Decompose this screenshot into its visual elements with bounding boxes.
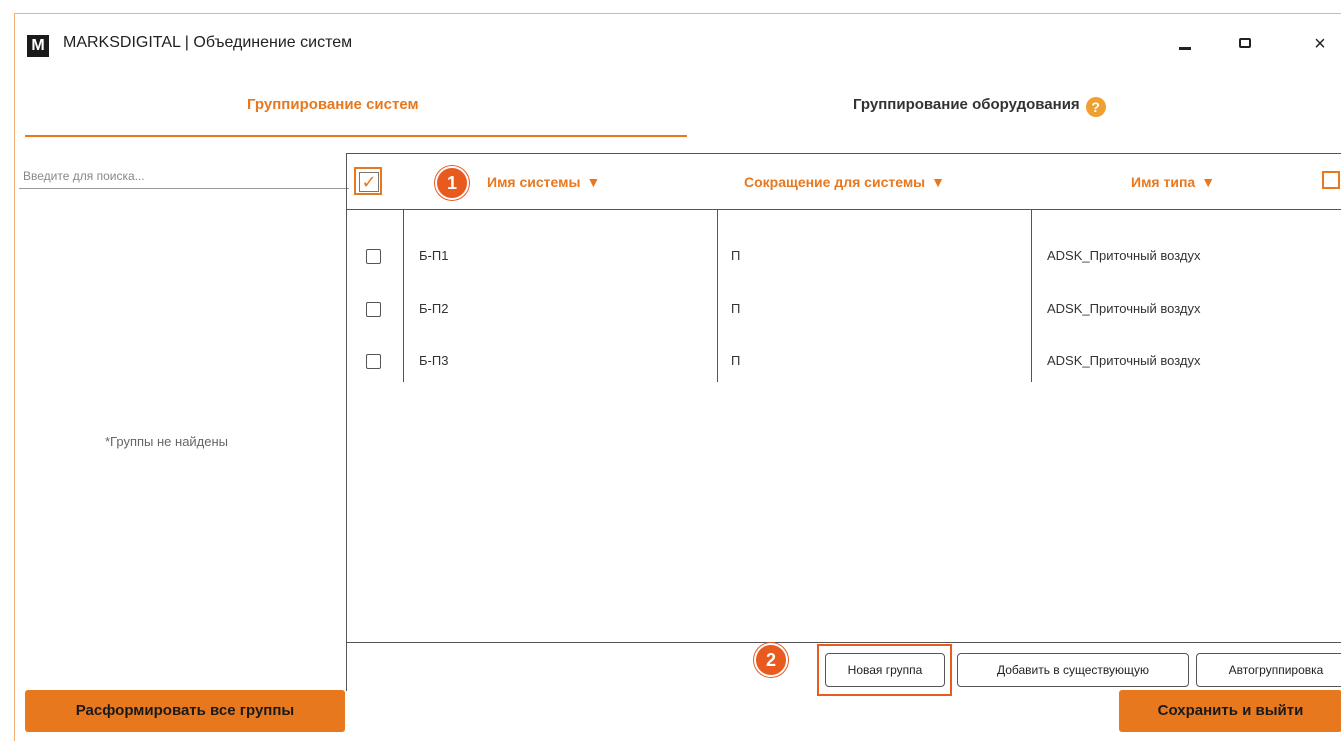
disband-all-groups-button[interactable]: Расформировать все группы [25, 690, 345, 732]
table-header: ✓ 1 Имя системы ▼ Сокращение для системы ▼… [347, 154, 1341, 210]
cell-abbreviation: П [731, 301, 741, 316]
cell-type-name: ADSK_Приточный воздух [1047, 248, 1201, 263]
tab-equipment-label: Группирование оборудования [853, 96, 1080, 113]
table-row[interactable]: Б-П2 П ADSK_Приточный воздух [347, 287, 1341, 339]
checkbox-icon: ✓ [359, 172, 379, 192]
cell-abbreviation: П [731, 353, 741, 368]
row-checkbox[interactable] [366, 302, 381, 317]
tab-equipment-grouping[interactable]: Группирование оборудования? [853, 96, 1106, 117]
new-group-button[interactable]: Новая группа [825, 653, 945, 687]
restore-icon[interactable] [1233, 32, 1257, 56]
empty-groups-message: *Группы не найдены [105, 434, 229, 449]
columns-icon[interactable] [1322, 171, 1340, 189]
window-title: MARKSDIGITAL | Объединение систем [63, 34, 353, 51]
column-label: Имя системы [487, 174, 581, 190]
callout-badge: 1 [435, 166, 469, 200]
cell-system-name: Б-П1 [419, 248, 449, 263]
cell-abbreviation: П [731, 248, 741, 263]
auto-group-button[interactable]: Автогруппировка [1196, 653, 1341, 687]
row-checkbox[interactable] [366, 354, 381, 369]
help-icon[interactable]: ? [1085, 97, 1106, 117]
add-to-existing-button[interactable]: Добавить в существующую [957, 653, 1189, 687]
cell-system-name: Б-П2 [419, 301, 449, 316]
logo-icon: M [27, 35, 49, 57]
active-tab-indicator [25, 135, 687, 137]
title-bar: M MARKSDIGITAL | Объединение систем × [15, 14, 1341, 74]
close-icon[interactable]: × [1308, 32, 1332, 56]
filter-icon[interactable]: ▼ [1201, 174, 1215, 190]
column-label: Имя типа [1131, 174, 1196, 190]
column-header-type[interactable]: Имя типа ▼ [1131, 174, 1215, 190]
filter-icon[interactable]: ▼ [586, 174, 600, 190]
select-all-checkbox[interactable]: ✓ [354, 167, 382, 195]
table-row[interactable]: Б-П3 П ADSK_Приточный воздух [347, 339, 1341, 391]
cell-type-name: ADSK_Приточный воздух [1047, 353, 1201, 368]
column-header-abbreviation[interactable]: Сокращение для системы ▼ [744, 174, 945, 190]
cell-type-name: ADSK_Приточный воздух [1047, 301, 1201, 316]
systems-table: ✓ 1 Имя системы ▼ Сокращение для системы ▼… [346, 153, 1341, 696]
column-header-name[interactable]: Имя системы ▼ [487, 174, 600, 190]
filter-icon[interactable]: ▼ [931, 174, 945, 190]
tab-system-grouping[interactable]: Группирование систем [247, 96, 419, 113]
cell-system-name: Б-П3 [419, 353, 449, 368]
table-row[interactable]: Б-П1 П ADSK_Приточный воздух [347, 234, 1341, 286]
save-and-exit-button[interactable]: Сохранить и выйти [1119, 690, 1341, 732]
search-input[interactable] [19, 164, 349, 189]
column-label: Сокращение для системы [744, 174, 926, 190]
row-checkbox[interactable] [366, 249, 381, 264]
minimize-icon[interactable] [1173, 32, 1197, 56]
callout-badge: 2 [754, 643, 788, 677]
app-window: M MARKSDIGITAL | Объединение систем × Гр… [14, 13, 1341, 741]
table-footer-divider [347, 642, 1341, 643]
